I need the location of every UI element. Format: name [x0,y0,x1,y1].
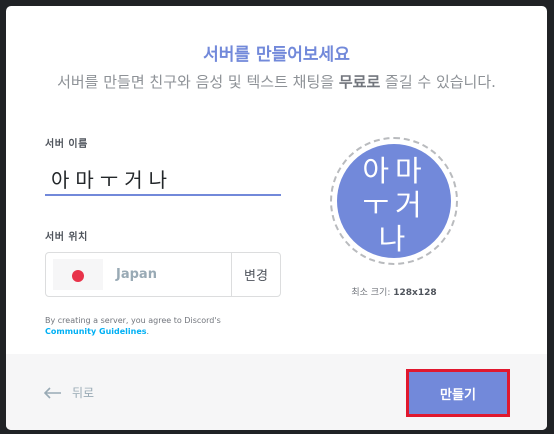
terms-period: . [146,327,150,336]
min-size-value: 128x128 [393,288,437,298]
back-button[interactable]: 뒤로 [44,384,94,401]
terms-notice: By creating a server, you agree to Disco… [45,315,285,337]
japan-flag-icon [53,259,103,290]
server-name-label: 서버 이름 [45,139,88,150]
create-label: 만들기 [440,387,476,403]
subtitle-text: 서버를 만들면 친구와 음성 및 텍스트 채팅을 [57,73,339,91]
region-name: Japan [116,267,157,282]
min-size-label: 최소 크기: [351,288,391,298]
server-icon-preview: 아마ㅜ거나 [337,144,451,258]
subtitle-suffix: 즐길 수 있습니다. [380,73,496,91]
arrow-left-icon [44,386,61,399]
create-server-button[interactable]: 만들기 [406,369,510,417]
server-region-selector: Japan 변경 [45,252,281,297]
modal-footer: 뒤로 만들기 [6,354,547,430]
server-name-input[interactable] [45,162,281,196]
terms-text: By creating a server, you agree to Disco… [45,316,221,325]
back-label: 뒤로 [72,386,95,400]
subtitle-bold: 무료로 [338,73,381,91]
min-size-note: 최소 크기: 128x128 [330,285,458,298]
modal-subtitle: 서버를 만들면 친구와 음성 및 텍스트 채팅을 무료로 즐길 수 있습니다. [26,72,527,93]
server-icon-upload[interactable]: 아마ㅜ거나 [330,137,458,265]
community-guidelines-link[interactable]: Community Guidelines [45,327,147,336]
create-server-modal: 서버를 만들어보세요 서버를 만들면 친구와 음성 및 텍스트 채팅을 무료로 … [6,6,547,430]
modal-title: 서버를 만들어보세요 [203,45,350,65]
change-region-button[interactable]: 변경 [231,253,280,296]
server-region-label: 서버 위치 [45,232,88,243]
